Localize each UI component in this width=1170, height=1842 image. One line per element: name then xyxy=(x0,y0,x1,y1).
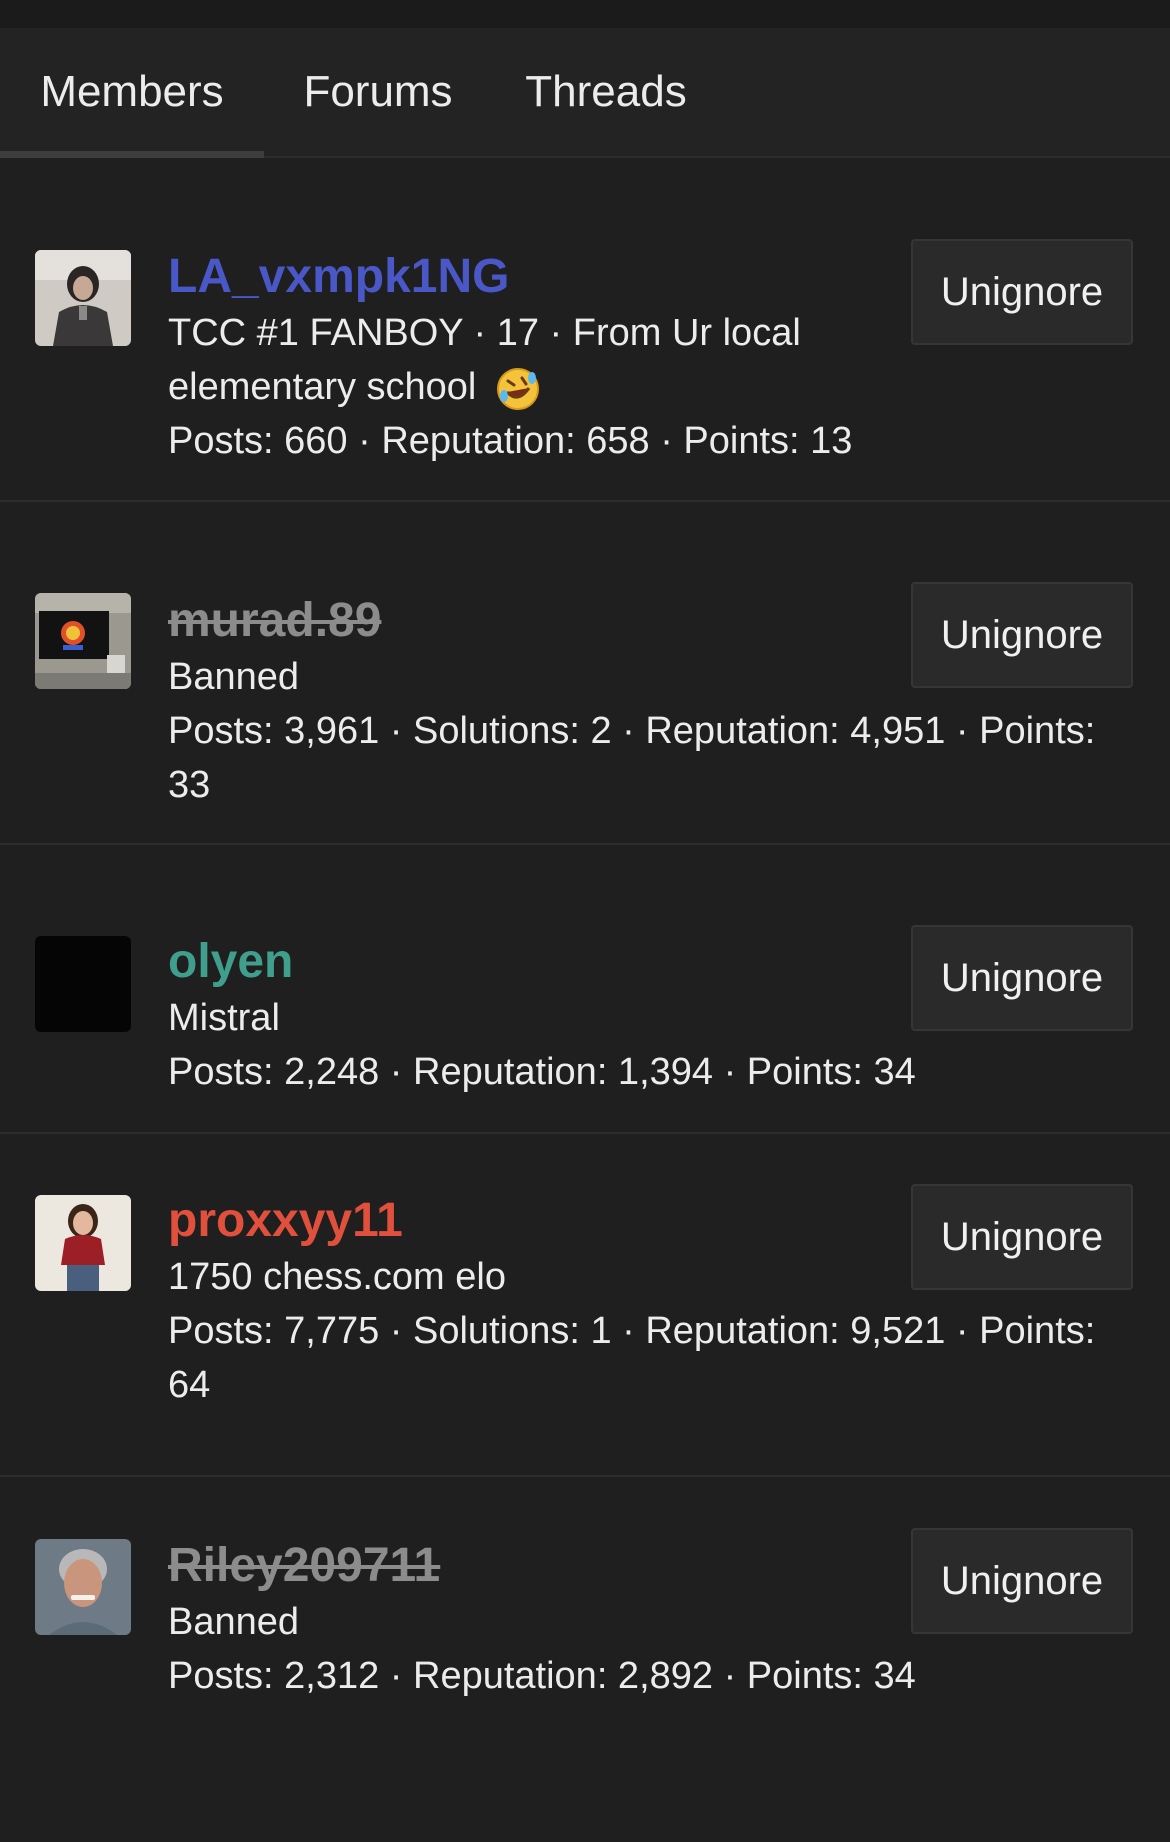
user-photo-avatar-icon xyxy=(35,250,131,346)
status-strip xyxy=(0,0,1170,28)
user-title: TCC #1 FANBOY · 17 · From Ur local eleme… xyxy=(168,306,868,414)
tv-photo-avatar-icon xyxy=(35,593,131,689)
list-item: Riley209711 Banned Posts: 2,312 · Reputa… xyxy=(0,1477,1170,1767)
rolling-on-floor-laughing-emoji-icon xyxy=(496,367,539,410)
username-link[interactable]: olyen xyxy=(168,933,293,991)
avatar[interactable] xyxy=(35,1195,131,1291)
unignore-button[interactable]: Unignore xyxy=(911,239,1133,345)
list-item: proxxyy11 1750 chess.com elo Posts: 7,77… xyxy=(0,1134,1170,1477)
tab-members[interactable]: Members xyxy=(0,28,264,158)
unignore-button[interactable]: Unignore xyxy=(911,1184,1133,1290)
user-stats: Posts: 7,775 · Solutions: 1 · Reputation… xyxy=(168,1310,1096,1406)
avatar[interactable] xyxy=(35,936,131,1032)
tab-threads[interactable]: Threads xyxy=(492,28,720,156)
user-photo-avatar-icon xyxy=(35,1539,131,1635)
user-stats: Posts: 3,961 · Solutions: 2 · Reputation… xyxy=(168,710,1096,806)
avatar[interactable] xyxy=(35,250,131,346)
username-link[interactable]: LA_vxmpk1NG xyxy=(168,248,509,306)
user-stats: Posts: 2,312 · Reputation: 2,892 · Point… xyxy=(168,1655,916,1697)
unignore-button[interactable]: Unignore xyxy=(911,925,1133,1031)
user-stats: Posts: 2,248 · Reputation: 1,394 · Point… xyxy=(168,1051,916,1093)
username-link[interactable]: Riley209711 xyxy=(168,1537,440,1595)
black-avatar-icon xyxy=(35,936,131,1032)
list-item: murad.89 Banned Posts: 3,961 · Solutions… xyxy=(0,502,1170,845)
username-link[interactable]: murad.89 xyxy=(168,592,381,650)
avatar[interactable] xyxy=(35,593,131,689)
unignore-button[interactable]: Unignore xyxy=(911,1528,1133,1634)
list-item: olyen Mistral Posts: 2,248 · Reputation:… xyxy=(0,845,1170,1134)
list-item: LA_vxmpk1NG TCC #1 FANBOY · 17 · From Ur… xyxy=(0,158,1170,502)
username-link[interactable]: proxxyy11 xyxy=(168,1192,403,1250)
avatar[interactable] xyxy=(35,1539,131,1635)
ignored-members-list: LA_vxmpk1NG TCC #1 FANBOY · 17 · From Ur… xyxy=(0,158,1170,1767)
user-stats: Posts: 660 · Reputation: 658 · Points: 1… xyxy=(168,420,853,462)
user-photo-avatar-icon xyxy=(35,1195,131,1291)
unignore-button[interactable]: Unignore xyxy=(911,582,1133,688)
tab-forums[interactable]: Forums xyxy=(264,28,492,156)
user-title-text: TCC #1 FANBOY · 17 · From Ur local eleme… xyxy=(168,312,801,408)
tab-bar: Members Forums Threads xyxy=(0,28,1170,158)
